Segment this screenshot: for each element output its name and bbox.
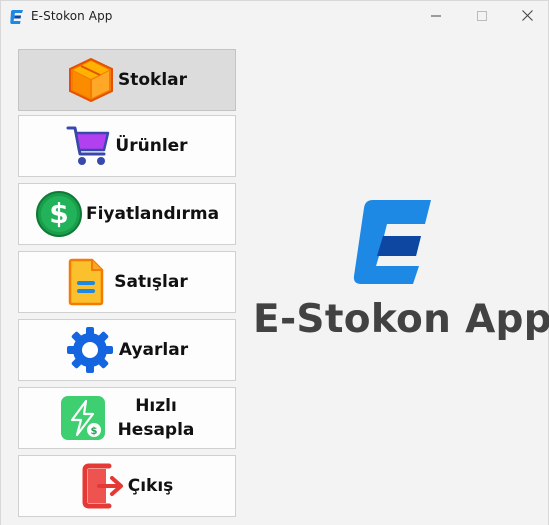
- minimize-button[interactable]: [413, 1, 459, 32]
- nav-label-hesapla: Hesapla: [117, 420, 195, 440]
- close-icon: [521, 8, 533, 26]
- nav-label-ayarlar: Ayarlar: [118, 340, 189, 360]
- nav-label-cikis: Çıkış: [127, 476, 174, 496]
- brand-logo: [353, 200, 433, 284]
- nav-button-fiyatlandirma[interactable]: $ Fiyatlandırma: [18, 183, 236, 245]
- maximize-icon: [477, 8, 487, 26]
- close-button[interactable]: [504, 1, 549, 32]
- nav-button-urunler[interactable]: Ürünler: [18, 115, 236, 177]
- nav-button-satislar[interactable]: Satışlar: [18, 251, 236, 313]
- gear-icon: [66, 326, 114, 374]
- brand-name: E-Stokon App: [253, 297, 549, 342]
- svg-text:$: $: [49, 197, 68, 230]
- quick-calc-icon: $: [60, 395, 106, 441]
- nav-button-hizli-hesapla[interactable]: $ Hızlı Hesapla: [18, 387, 236, 449]
- dollar-icon: $: [35, 190, 83, 238]
- minimize-icon: [431, 8, 441, 26]
- nav-label-hizli: Hızlı: [135, 396, 177, 416]
- document-icon: [66, 258, 106, 306]
- app-window: E-Stokon App Stoklar Ürünler $ Fiyatland…: [0, 0, 549, 525]
- nav-label-hizli-hesapla: Hızlı Hesapla: [118, 394, 195, 442]
- nav-label-urunler: Ürünler: [115, 136, 188, 156]
- cart-icon: [66, 124, 112, 168]
- box-icon: [67, 57, 115, 103]
- nav-button-stoklar[interactable]: Stoklar: [18, 49, 236, 111]
- nav-label-fiyatlandirma: Fiyatlandırma: [85, 204, 220, 224]
- main-content: Stoklar Ürünler $ Fiyatlandırma Satışlar…: [1, 32, 549, 525]
- nav-button-ayarlar[interactable]: Ayarlar: [18, 319, 236, 381]
- window-title: E-Stokon App: [31, 9, 113, 23]
- app-logo-icon: [9, 9, 25, 25]
- maximize-button[interactable]: [459, 1, 505, 32]
- exit-icon: [81, 462, 127, 510]
- svg-text:$: $: [90, 426, 97, 437]
- nav-label-satislar: Satışlar: [114, 272, 188, 292]
- nav-button-cikis[interactable]: Çıkış: [18, 455, 236, 517]
- title-bar[interactable]: E-Stokon App: [1, 1, 548, 32]
- nav-label-stoklar: Stoklar: [117, 70, 188, 90]
